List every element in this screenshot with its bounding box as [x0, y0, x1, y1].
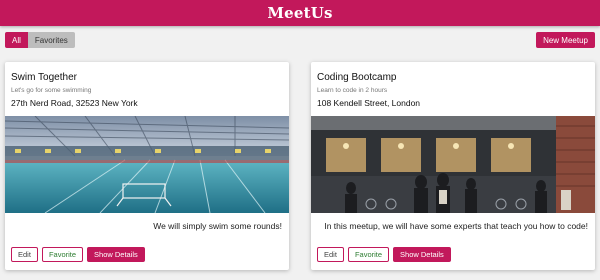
card-actions: Edit Favorite Show Details	[317, 247, 451, 262]
meetup-title: Swim Together	[11, 72, 77, 83]
edit-button[interactable]: Edit	[317, 247, 344, 262]
meetup-description: In this meetup, we will have some expert…	[324, 221, 588, 231]
favorite-button[interactable]: Favorite	[347, 247, 390, 262]
meetup-card: Swim Together Let's go for some swimming…	[5, 62, 289, 270]
meetup-address: 108 Kendell Street, London	[317, 98, 421, 108]
filter-favorites-button[interactable]: Favorites	[27, 32, 75, 48]
meetup-title: Coding Bootcamp	[317, 72, 397, 83]
show-details-button[interactable]: Show Details	[87, 247, 145, 262]
meetup-subtitle: Learn to code in 2 hours	[317, 87, 388, 94]
favorite-button[interactable]: Favorite	[41, 247, 84, 262]
filter-all-button[interactable]: All	[5, 32, 28, 48]
new-meetup-button[interactable]: New Meetup	[536, 32, 595, 48]
app-title: MeetUs	[267, 4, 333, 22]
show-details-button[interactable]: Show Details	[393, 247, 451, 262]
meetup-description: We will simply swim some rounds!	[153, 221, 282, 231]
app-header: MeetUs	[0, 0, 600, 26]
toolbar: All Favorites New Meetup	[5, 32, 595, 48]
meetup-image-swimming-pool	[5, 116, 289, 213]
card-actions: Edit Favorite Show Details	[11, 247, 145, 262]
filter-toggle: All Favorites	[5, 32, 75, 48]
meetup-address: 27th Nerd Road, 32523 New York	[11, 98, 138, 108]
meetup-image-cafe	[311, 116, 595, 213]
edit-button[interactable]: Edit	[11, 247, 38, 262]
meetup-card: Coding Bootcamp Learn to code in 2 hours…	[311, 62, 595, 270]
meetup-subtitle: Let's go for some swimming	[11, 87, 92, 94]
